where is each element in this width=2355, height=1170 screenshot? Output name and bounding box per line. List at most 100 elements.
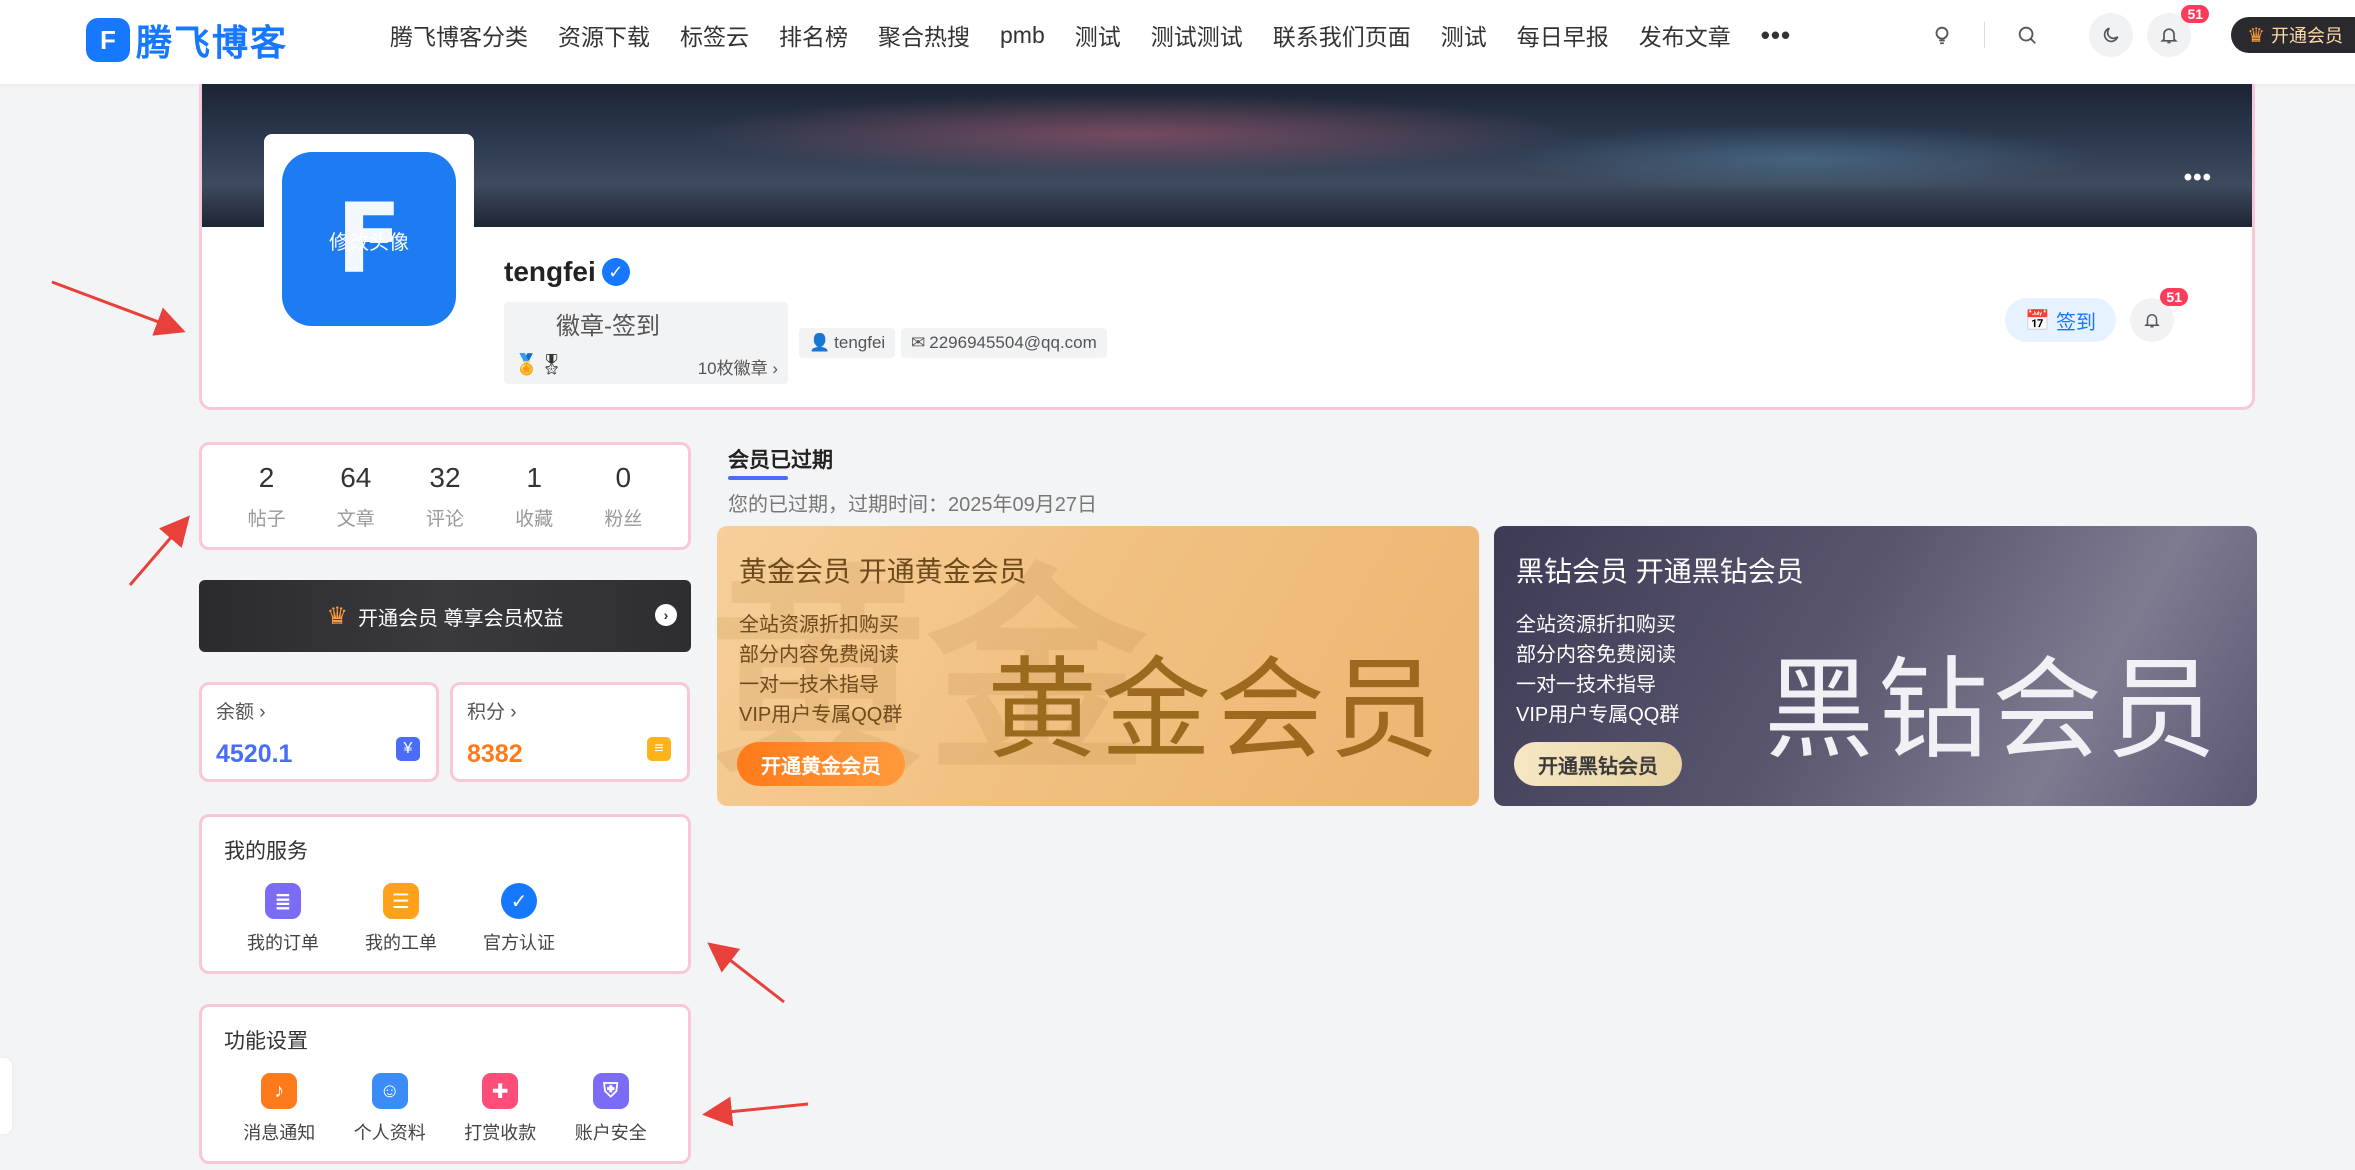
bell-icon: ♪	[261, 1073, 298, 1109]
gold-membership-card: 黄金 黄金会员 开通黄金会员 全站资源折扣购买 部分内容免费阅读 一对一技术指导…	[717, 526, 1479, 806]
search-icon[interactable]	[2005, 13, 2049, 57]
stat-articles[interactable]: 64 文章	[316, 462, 396, 531]
open-black-button[interactable]: 开通黑钻会员	[1514, 742, 1682, 786]
username: tengfei ✓	[504, 256, 630, 288]
header-actions: 51 ♛ 开通会员	[1920, 0, 2355, 70]
nav-item[interactable]: 每日早报	[1517, 18, 1609, 52]
avatar-edit-label[interactable]: 修改头像	[282, 226, 456, 255]
logo-text: 腾飞博客	[136, 22, 289, 63]
setting-security[interactable]: ⛨ 账户安全	[556, 1073, 667, 1145]
stat-comments[interactable]: 32 评论	[405, 462, 485, 531]
service-verify[interactable]: ✓ 官方认证	[460, 883, 578, 955]
lightbulb-icon[interactable]	[1920, 13, 1964, 57]
setting-label: 消息通知	[243, 1123, 316, 1143]
user-stats: 2 帖子 64 文章 32 评论 1 收藏 0 粉丝	[199, 442, 691, 550]
nav-item[interactable]: pmb	[1000, 22, 1045, 49]
coins-icon: ≡	[647, 737, 671, 761]
stat-favorites[interactable]: 1 收藏	[494, 462, 574, 531]
notification-badge: 51	[2181, 5, 2210, 23]
profile-notification-button[interactable]: 51	[2130, 288, 2188, 342]
stat-value: 2	[258, 461, 275, 493]
site-logo[interactable]: F 腾飞博客	[86, 12, 288, 68]
bell-icon	[2144, 314, 2160, 328]
points-card[interactable]: 积分 › 8382 ≡	[450, 682, 690, 782]
stat-fans[interactable]: 0 粉丝	[583, 462, 663, 531]
shield-icon: ⛨	[592, 1073, 629, 1109]
calendar-check-icon: 📅	[2025, 309, 2050, 332]
nav-item[interactable]: 资源下载	[558, 18, 650, 52]
medal-count[interactable]: 10枚徽章 ›	[698, 354, 778, 379]
feature-item: 全站资源折扣购买	[1516, 614, 1676, 636]
divider	[1984, 22, 1986, 48]
nav-item[interactable]: 排名榜	[779, 18, 848, 52]
more-options-icon[interactable]: •••	[2184, 164, 2212, 192]
nav-item[interactable]: 测试	[1075, 18, 1121, 52]
setting-notifications[interactable]: ♪ 消息通知	[224, 1073, 335, 1145]
bell-icon	[2160, 28, 2178, 44]
medal-image-alt: 徽章-签到	[556, 313, 660, 340]
nav-item[interactable]: 腾飞博客分类	[390, 18, 528, 52]
nav-item[interactable]: 测试	[1441, 18, 1487, 52]
nav-item[interactable]: 聚合热搜	[878, 18, 970, 52]
stat-value: 32	[429, 461, 461, 493]
stat-label: 粉丝	[604, 508, 643, 530]
user-icon: 👤	[809, 333, 831, 352]
username-text: tengfei	[504, 256, 596, 287]
stat-value: 0	[615, 461, 632, 493]
service-label: 我的订单	[247, 933, 319, 953]
vip-banner[interactable]: ♛ 开通会员 尊享会员权益 ›	[199, 580, 691, 652]
service-label: 我的工单	[365, 933, 437, 953]
checkin-label: 签到	[2056, 311, 2096, 334]
side-float-tab[interactable]	[0, 1058, 12, 1134]
email-tag-text: 2296945504@qq.com	[929, 333, 1097, 352]
email-tag: ✉ 2296945504@qq.com	[901, 328, 1107, 358]
notification-button[interactable]: 51	[2147, 5, 2210, 57]
balance-card[interactable]: 余额 › 4520.1 ¥	[199, 682, 439, 782]
feature-item: VIP用户专属QQ群	[1516, 704, 1680, 726]
open-gold-button[interactable]: 开通黄金会员	[737, 742, 905, 786]
service-label: 官方认证	[483, 933, 555, 953]
black-membership-card: 黑钻会员 开通黑钻会员 全站资源折扣购买 部分内容免费阅读 一对一技术指导 VI…	[1494, 526, 2257, 806]
top-header: F 腾飞博客 腾飞博客分类 资源下载 标签云 排名榜 聚合热搜 pmb 测试 测…	[0, 0, 2355, 84]
open-vip-button[interactable]: ♛ 开通会员	[2231, 17, 2355, 53]
annotation-arrow	[128, 515, 190, 586]
service-orders[interactable]: ≣ 我的订单	[224, 883, 342, 955]
avatar[interactable]: F 修改头像	[264, 134, 474, 344]
stat-label: 评论	[425, 508, 464, 530]
avatar-image: F 修改头像	[282, 152, 456, 326]
checkin-button[interactable]: 📅 签到	[2005, 298, 2116, 342]
stat-posts[interactable]: 2 帖子	[227, 462, 307, 531]
balance-value: 4520.1	[216, 740, 293, 768]
annotation-arrow	[707, 942, 785, 1004]
service-tickets[interactable]: ☰ 我的工单	[342, 883, 460, 955]
setting-profile[interactable]: ☺ 个人资料	[335, 1073, 446, 1145]
medal-box[interactable]: 徽章-签到 🏅🎖 10枚徽章 ›	[504, 302, 788, 384]
feature-item: VIP用户专属QQ群	[739, 704, 903, 726]
stat-label: 文章	[336, 508, 375, 530]
annotation-arrow	[702, 1096, 809, 1127]
order-icon: ≣	[265, 883, 301, 919]
stat-value: 1	[526, 461, 542, 493]
feature-item: 部分内容免费阅读	[739, 644, 899, 666]
nav-item[interactable]: 标签云	[680, 18, 749, 52]
crown-icon: ♛	[2247, 24, 2265, 47]
annotation-arrow	[51, 280, 186, 336]
membership-title: 会员已过期	[728, 449, 833, 472]
nav-item[interactable]: 测试测试	[1151, 18, 1243, 52]
nav-item[interactable]: 联系我们页面	[1273, 18, 1411, 52]
gold-card-head: 黄金会员 开通黄金会员	[739, 556, 1027, 587]
gold-big-title: 黄金会员	[987, 649, 1443, 772]
user-tag-text: tengfei	[834, 333, 886, 352]
feature-settings: 功能设置 ♪ 消息通知 ☺ 个人资料 ✚ 打赏收款 ⛨ 账户安全	[199, 1004, 691, 1164]
logo-mark-icon: F	[86, 18, 130, 62]
setting-reward[interactable]: ✚ 打赏收款	[445, 1073, 556, 1145]
feature-item: 全站资源折扣购买	[739, 614, 899, 636]
points-label: 积分 ›	[467, 702, 517, 723]
gold-feature-list: 全站资源折扣购买 部分内容免费阅读 一对一技术指导 VIP用户专属QQ群	[739, 610, 902, 730]
setting-label: 个人资料	[353, 1123, 426, 1143]
nav-more-icon[interactable]: •••	[1761, 20, 1791, 51]
crown-icon: ♛	[326, 602, 348, 630]
nav-item[interactable]: 发布文章	[1639, 18, 1731, 52]
chevron-right-icon: ›	[655, 604, 677, 626]
dark-mode-toggle[interactable]	[2089, 13, 2134, 57]
